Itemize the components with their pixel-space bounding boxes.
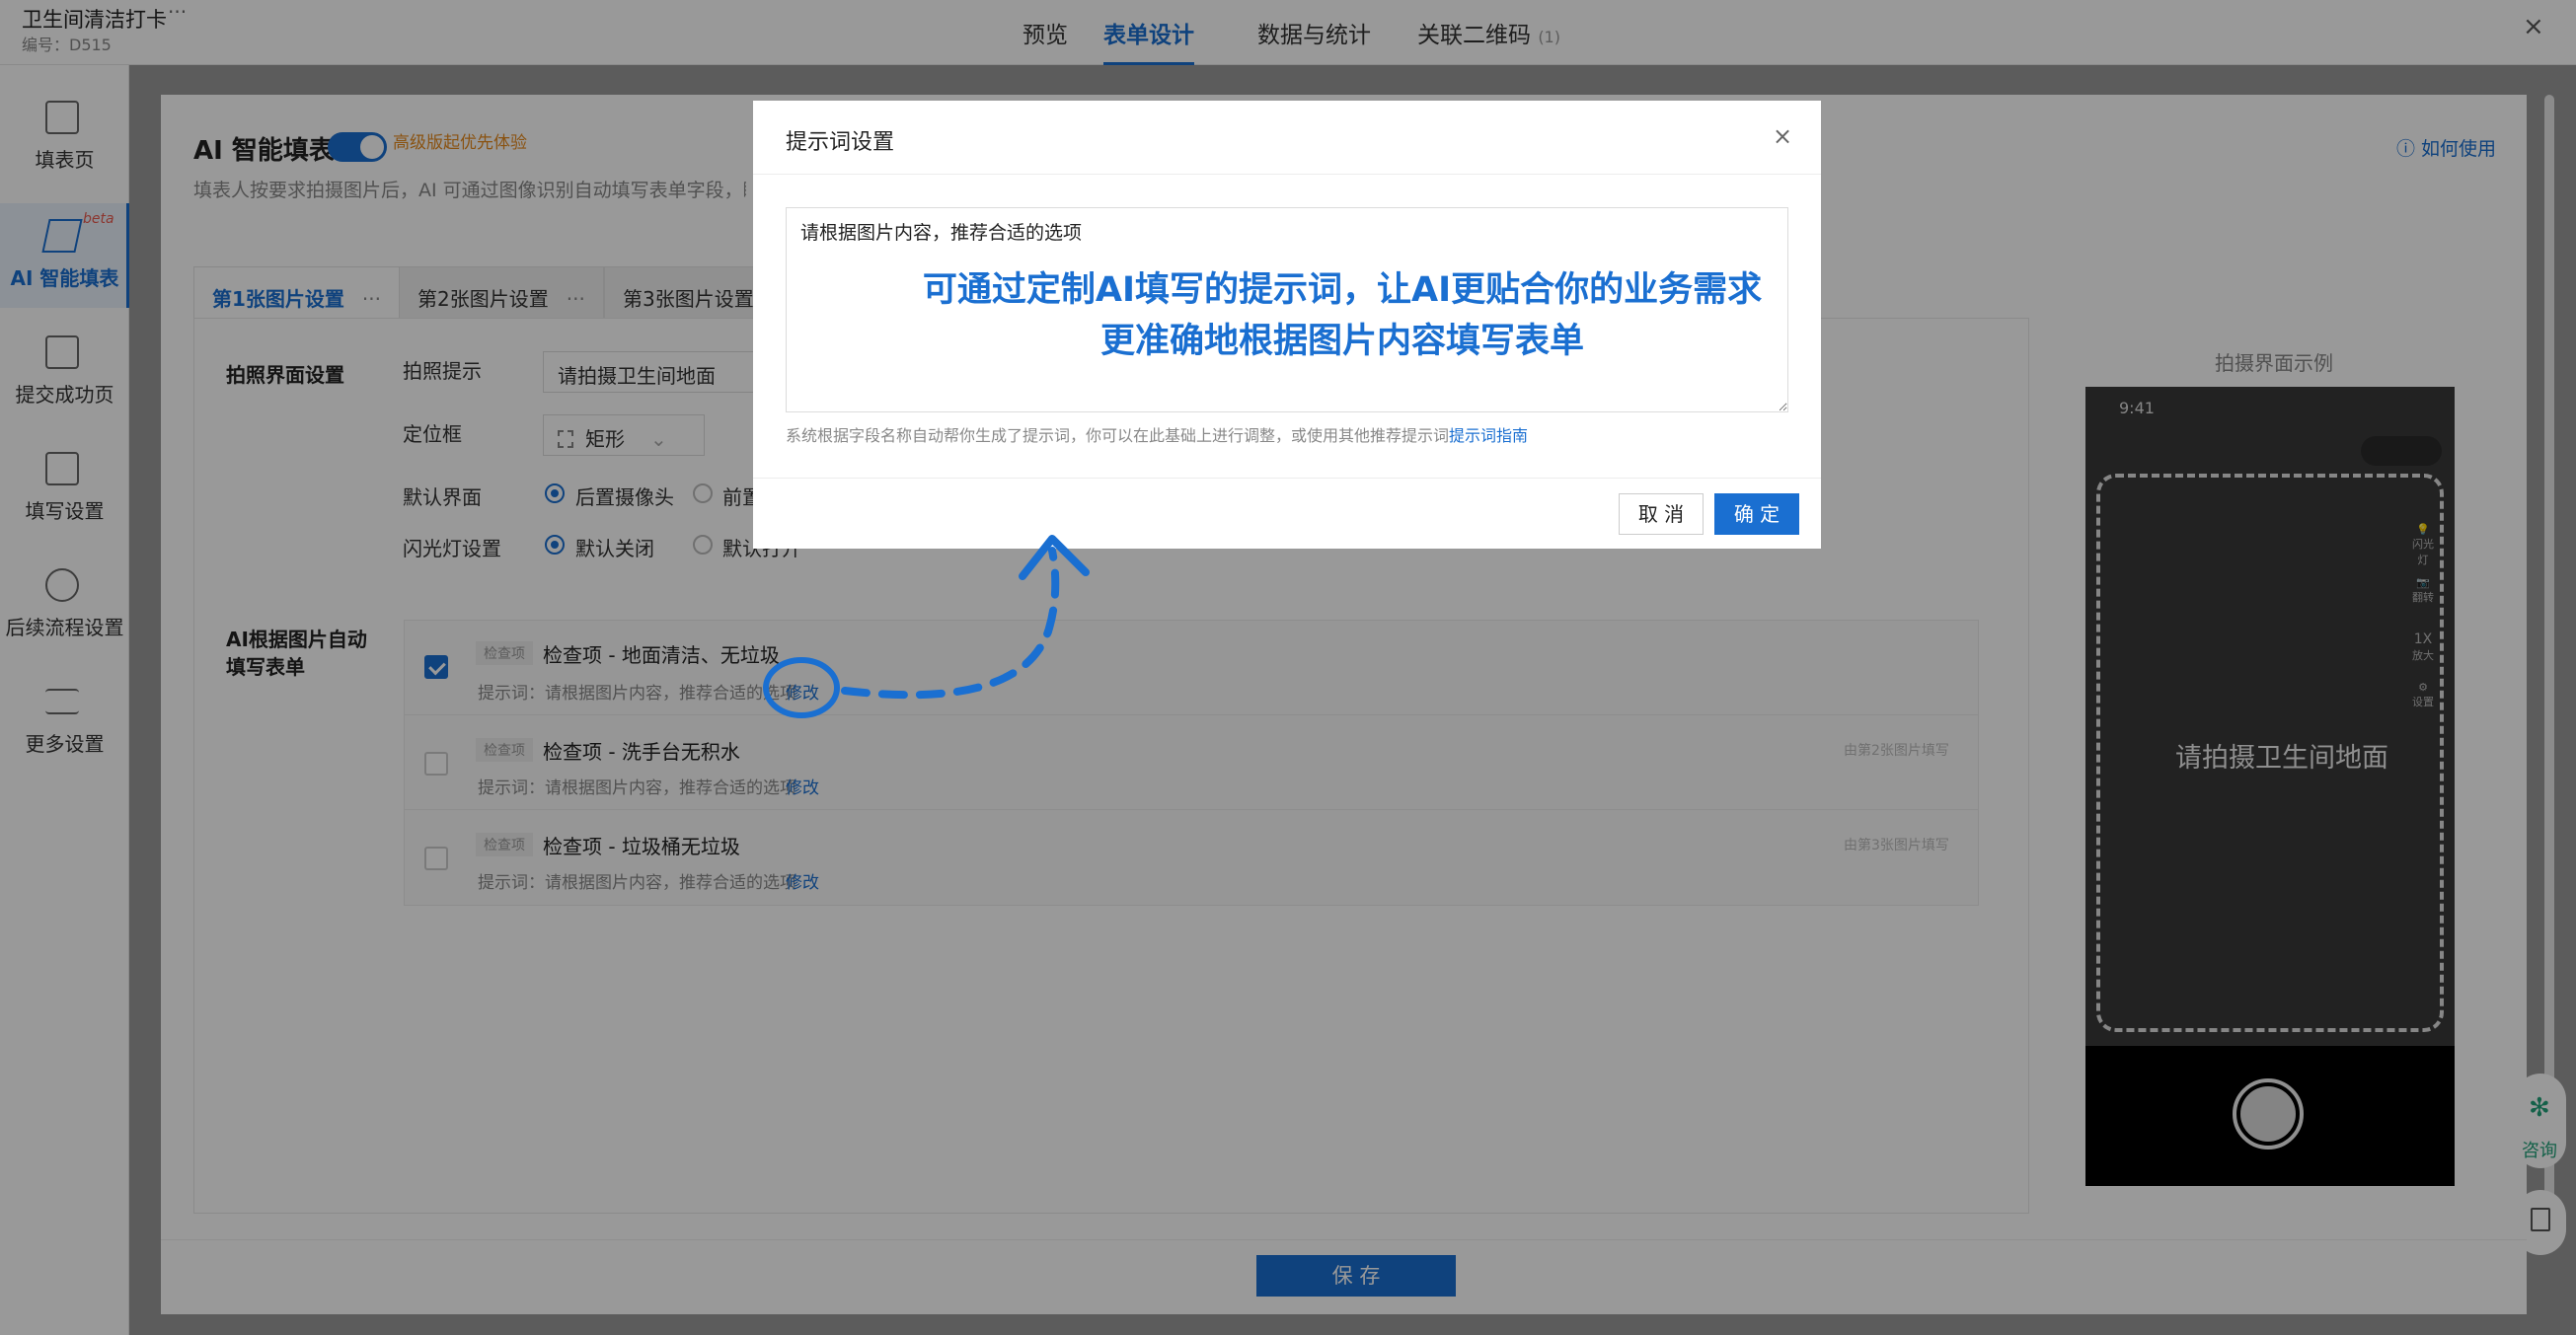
highlight-circle: [763, 657, 840, 718]
dashed-arrow-path: [841, 628, 1052, 700]
annotation-arrow: [763, 535, 1090, 718]
dashed-arrow-path-upper: [1044, 547, 1060, 635]
